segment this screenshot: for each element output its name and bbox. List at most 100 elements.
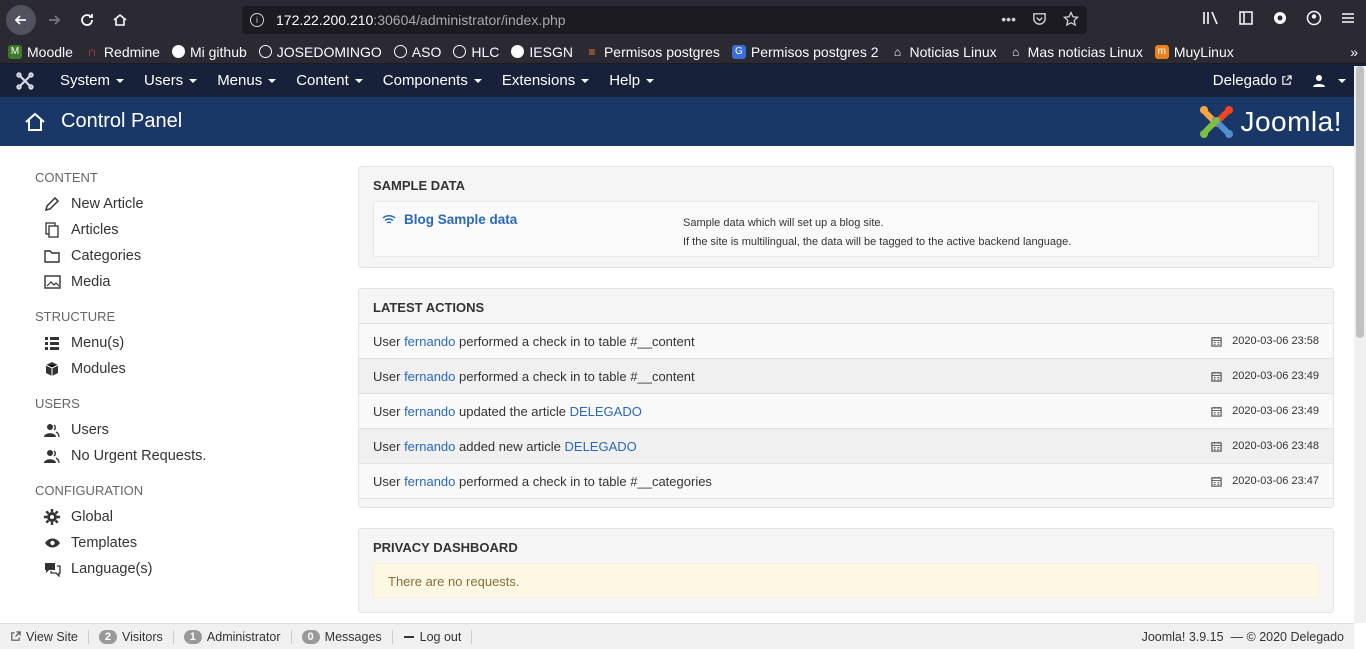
privacy-dashboard-panel: PRIVACY DASHBOARD There are no requests. [358, 528, 1334, 613]
action-target-link[interactable]: DELEGADO [565, 439, 637, 454]
sidebar-item-label: Menu(s) [71, 335, 125, 351]
action-target-link[interactable]: DELEGADO [570, 404, 642, 419]
sidebar-item-categories[interactable]: Categories [35, 243, 325, 269]
more-actions-icon[interactable]: ••• [1001, 11, 1016, 30]
bookmark-item[interactable]: m MuyLinux [1154, 44, 1234, 60]
bookmark-label: JOSEDOMINGO [276, 43, 382, 60]
sample-data-description: Sample data which will set up a blog sit… [683, 214, 1071, 252]
sidebar-item-label: Articles [71, 222, 119, 238]
version-info: Joomla! 3.9.15 — © 2020 Delegado [1142, 630, 1344, 644]
scrollbar-thumb[interactable] [1356, 66, 1364, 338]
bookmark-item[interactable]: ⌂ Noticias Linux [891, 44, 997, 60]
gear-icon [43, 509, 61, 525]
calendar-icon [1211, 371, 1222, 382]
sidebar-item-global[interactable]: Global [35, 504, 325, 530]
action-prefix: User [373, 473, 405, 489]
wifi-icon [382, 214, 396, 224]
bookmark-item[interactable]: JOSEDOMINGO [258, 43, 382, 60]
view-site-label: View Site [26, 629, 78, 644]
arrow-left-icon [14, 15, 26, 25]
action-text: User fernando performed a check in to ta… [373, 369, 695, 384]
pocket-icon[interactable] [1032, 11, 1047, 30]
messages-link[interactable]: 0 Messages [301, 629, 393, 644]
status-bar: View Site 2 Visitors 1 Administrator 0 M… [0, 623, 1354, 649]
url-bar[interactable]: i 172.22.200.210:30604/administrator/ind… [242, 6, 1087, 34]
blog-sample-data-label: Blog Sample data [404, 212, 518, 227]
sidebar-item-language-s[interactable]: Language(s) [35, 556, 325, 582]
main-menu: System Users Menus Content Components Extensi… [50, 72, 664, 89]
page-body: CONTENT New Article Articles Categories Medi… [0, 146, 1366, 618]
forward-button[interactable] [39, 5, 69, 35]
menu-extensions[interactable]: Extensions [492, 72, 599, 89]
action-user-link[interactable]: fernando [404, 474, 455, 489]
sidebar-item-new-article[interactable]: New Article [35, 191, 325, 217]
sample-data-title: SAMPLE DATA [373, 178, 465, 193]
user-menu[interactable] [1312, 74, 1346, 88]
action-date: 2020-03-06 23:47 [1211, 475, 1319, 487]
reload-button[interactable] [72, 5, 102, 35]
page-scrollbar[interactable] [1354, 66, 1366, 623]
image-icon [43, 275, 61, 289]
bookmark-item[interactable]: ASO [393, 43, 442, 60]
chevron-double-right-icon[interactable]: » [1350, 44, 1358, 60]
library-icon[interactable] [1202, 10, 1220, 29]
sidebar-item-templates[interactable]: Templates [35, 530, 325, 556]
sidebar-section-heading: CONFIGURATION [35, 483, 144, 498]
bookmark-item[interactable]: Mi github [171, 44, 247, 60]
view-site-link[interactable]: View Site [10, 629, 89, 644]
back-button[interactable] [6, 5, 36, 35]
bookmark-item[interactable]: ≡ Permisos postgres [585, 44, 719, 60]
calendar-icon [1211, 476, 1222, 487]
logout-link[interactable]: Log out [403, 629, 473, 644]
menu-help[interactable]: Help [599, 72, 664, 89]
menu-users[interactable]: Users [134, 72, 207, 89]
external-link-icon [1282, 75, 1292, 85]
info-icon[interactable]: i [250, 13, 264, 27]
menu-content[interactable]: Content [286, 72, 373, 89]
account-icon[interactable] [1306, 10, 1322, 29]
sidebar-item-users[interactable]: Users [35, 417, 325, 443]
blog-sample-data-link[interactable]: Blog Sample data [382, 212, 517, 227]
home-icon [113, 13, 127, 26]
bookmark-label: ASO [411, 43, 442, 60]
action-text: User fernando performed a check in to ta… [373, 474, 712, 489]
page-header: Control Panel Joomla! [0, 97, 1366, 146]
sidebar-item-media[interactable]: Media [35, 269, 325, 295]
site-link-label: Delegado [1212, 72, 1277, 89]
home-button[interactable] [105, 5, 135, 35]
bookmark-item[interactable]: IESGN [511, 44, 573, 60]
action-user-link[interactable]: fernando [404, 334, 455, 349]
globe-icon [393, 45, 407, 58]
visitors-link[interactable]: 2 Visitors [98, 629, 174, 644]
action-user-link[interactable]: fernando [404, 439, 455, 454]
menu-components[interactable]: Components [373, 72, 492, 89]
sidebar: CONTENT New Article Articles Categories Medi… [35, 164, 325, 582]
action-user-link[interactable]: fernando [404, 369, 455, 384]
menu-label: Help [609, 72, 641, 89]
site-link[interactable]: Delegado [1213, 72, 1292, 89]
bookmark-item[interactable]: ⌂ Mas noticias Linux [1009, 44, 1143, 60]
sidebar-item-articles[interactable]: Articles [35, 217, 325, 243]
menu-label: Content [296, 72, 349, 89]
joomla-small-icon[interactable] [0, 71, 50, 90]
bookmark-star-icon[interactable] [1062, 10, 1080, 30]
action-user-link[interactable]: fernando [404, 404, 455, 419]
extension-icon[interactable] [1272, 10, 1288, 29]
bookmark-item[interactable]: M Moodle [8, 44, 73, 60]
action-date: 2020-03-06 23:48 [1211, 440, 1319, 452]
menu-menus[interactable]: Menus [207, 72, 286, 89]
administrators-link[interactable]: 1 Administrator [183, 629, 292, 644]
sidebar-item-no-urgent-requests[interactable]: No Urgent Requests. [35, 443, 325, 469]
action-row: User fernando performed a check in to ta… [359, 359, 1333, 394]
sidebar-item-modules[interactable]: Modules [35, 356, 325, 382]
caret-down-icon [116, 78, 125, 83]
sidebar-item-menu-s[interactable]: Menu(s) [35, 330, 325, 356]
menu-hamburger-icon[interactable] [1340, 10, 1356, 29]
bookmark-item[interactable]: G Permisos postgres 2 [731, 44, 879, 60]
users-icon [43, 423, 61, 438]
bookmark-item[interactable]: ∩ Redmine [85, 44, 160, 60]
bookmark-item[interactable]: HLC [453, 44, 499, 60]
sidebar-toggle-icon[interactable] [1238, 10, 1254, 29]
globe-icon [453, 45, 467, 58]
menu-system[interactable]: System [50, 72, 134, 89]
